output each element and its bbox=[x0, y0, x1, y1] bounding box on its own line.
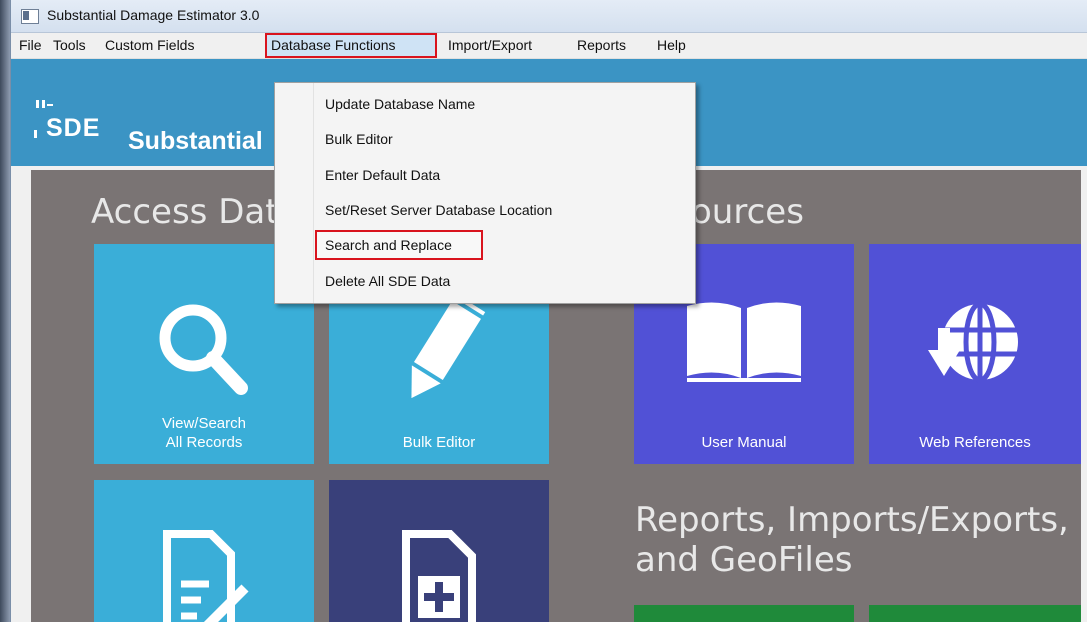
tile-import-export[interactable] bbox=[869, 605, 1081, 622]
app-name-heading: Substantial bbox=[128, 127, 263, 155]
menu-import-export[interactable]: Import/Export bbox=[442, 33, 538, 58]
reports-title-line1: Reports, Imports/Exports, bbox=[635, 500, 1069, 540]
document-edit-icon bbox=[163, 530, 249, 622]
menu-file[interactable]: File bbox=[13, 33, 48, 58]
menu-custom-fields[interactable]: Custom Fields bbox=[99, 33, 200, 58]
database-functions-dropdown: Update Database Name Bulk Editor Enter D… bbox=[274, 82, 696, 304]
tile-bulk-editor-label: Bulk Editor bbox=[402, 434, 476, 451]
tile-user-manual-label: User Manual bbox=[701, 434, 787, 451]
menu-help[interactable]: Help bbox=[651, 33, 692, 58]
sde-logo: SDE bbox=[34, 90, 124, 145]
book-icon bbox=[687, 302, 801, 382]
app-icon bbox=[21, 9, 39, 24]
title-bar: Substantial Damage Estimator 3.0 bbox=[11, 0, 1087, 33]
document-add-icon bbox=[402, 530, 476, 622]
menu-bar: File Tools Custom Fields Database Functi… bbox=[11, 33, 1087, 59]
tile-web-references-label: Web References bbox=[919, 434, 1031, 451]
menuitem-enter-default-data[interactable]: Enter Default Data bbox=[315, 160, 450, 190]
access-data-title: Access Dat bbox=[91, 192, 279, 232]
window-title: Substantial Damage Estimator 3.0 bbox=[47, 7, 260, 23]
tile-reports[interactable] bbox=[634, 605, 854, 622]
dropdown-gutter bbox=[275, 83, 314, 303]
menuitem-update-database-name[interactable]: Update Database Name bbox=[315, 89, 485, 119]
menu-database-functions[interactable]: Database Functions bbox=[265, 33, 437, 58]
tile-view-search-line1: View/Search bbox=[162, 415, 246, 432]
sde-logo-text: SDE bbox=[46, 114, 101, 142]
menuitem-set-reset-server-database-location[interactable]: Set/Reset Server Database Location bbox=[315, 195, 562, 225]
app-window: Substantial Damage Estimator 3.0 File To… bbox=[10, 0, 1087, 622]
tile-view-search-line2: All Records bbox=[165, 434, 243, 451]
desktop-strip bbox=[0, 0, 10, 622]
reports-title: Reports, Imports/Exports, and GeoFiles bbox=[635, 500, 1069, 580]
tile-web-references[interactable]: Web References bbox=[869, 244, 1081, 464]
search-icon bbox=[159, 304, 248, 395]
tile-new-record[interactable] bbox=[329, 480, 549, 622]
menu-reports[interactable]: Reports bbox=[571, 33, 632, 58]
menuitem-bulk-editor[interactable]: Bulk Editor bbox=[315, 124, 403, 154]
pencil-icon bbox=[411, 294, 486, 399]
tile-edit-record[interactable] bbox=[94, 480, 314, 622]
menuitem-search-and-replace[interactable]: Search and Replace bbox=[315, 230, 483, 260]
resources-title: ources bbox=[691, 192, 804, 232]
menu-tools[interactable]: Tools bbox=[47, 33, 92, 58]
globe-download-icon bbox=[928, 301, 1018, 383]
menuitem-delete-all-sde-data[interactable]: Delete All SDE Data bbox=[315, 266, 460, 296]
reports-title-line2: and GeoFiles bbox=[635, 540, 853, 580]
